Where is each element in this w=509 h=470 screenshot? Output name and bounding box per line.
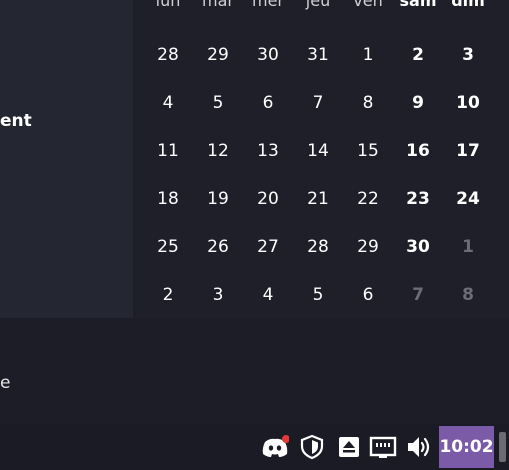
calendar-day[interactable]: 19 [198,188,238,210]
weekday-fri: ven [353,0,383,10]
weekday-sun: dim [451,0,485,10]
calendar-day[interactable]: 8 [348,92,388,114]
calendar-day[interactable]: 9 [398,92,438,114]
calendar-day[interactable]: 7 [398,284,438,306]
calendar: lun mar mer jeu ven sam dim 28 29 30 31 1 2 3 4… [133,0,509,318]
calendar-day[interactable]: 2 [398,44,438,66]
taskbar: 10:02 [0,424,509,470]
calendar-day[interactable]: 6 [348,284,388,306]
calendar-day[interactable]: 23 [398,188,438,210]
calendar-day[interactable]: 18 [148,188,188,210]
volume-icon[interactable] [405,434,433,460]
weekday-wed: mer [251,0,284,10]
discord-icon[interactable] [261,434,289,460]
weekday-sat: sam [399,0,437,10]
panel-edge-handle[interactable] [499,432,506,462]
lower-text-partial: e [0,373,11,393]
panel-heading-partial: ent [0,111,32,131]
calendar-day[interactable]: 6 [248,92,288,114]
calendar-day[interactable]: 24 [448,188,488,210]
calendar-day[interactable]: 20 [248,188,288,210]
calendar-day[interactable]: 4 [248,284,288,306]
calendar-day[interactable]: 30 [248,44,288,66]
calendar-day[interactable]: 30 [398,236,438,258]
calendar-day[interactable]: 3 [448,44,488,66]
calendar-day[interactable]: 26 [198,236,238,258]
calendar-day[interactable]: 3 [198,284,238,306]
calendar-day[interactable]: 28 [298,236,338,258]
calendar-day[interactable]: 2 [148,284,188,306]
calendar-day[interactable]: 8 [448,284,488,306]
calendar-day[interactable]: 16 [398,140,438,162]
calendar-day[interactable]: 4 [148,92,188,114]
side-panel: ent [0,0,133,318]
calendar-day[interactable]: 13 [248,140,288,162]
calendar-day[interactable]: 10 [448,92,488,114]
calendar-day[interactable]: 28 [148,44,188,66]
calendar-day[interactable]: 11 [148,140,188,162]
calendar-day[interactable]: 25 [148,236,188,258]
lower-panel: e [0,318,509,424]
calendar-day[interactable]: 1 [348,44,388,66]
calendar-day[interactable]: 7 [298,92,338,114]
calendar-day[interactable]: 29 [348,236,388,258]
calendar-day[interactable]: 27 [248,236,288,258]
weekday-mon: lun [155,0,181,10]
calendar-day[interactable]: 5 [198,92,238,114]
calendar-day[interactable]: 5 [298,284,338,306]
weekday-thu: jeu [305,0,331,10]
clock[interactable]: 10:02 [439,426,494,468]
shield-icon[interactable] [298,434,326,460]
network-icon[interactable] [369,434,397,460]
calendar-day[interactable]: 15 [348,140,388,162]
calendar-day[interactable]: 22 [348,188,388,210]
calendar-day[interactable]: 17 [448,140,488,162]
calendar-day[interactable]: 21 [298,188,338,210]
calendar-day[interactable]: 29 [198,44,238,66]
weekday-tue: mar [202,0,234,10]
eject-icon[interactable] [335,434,363,460]
calendar-day[interactable]: 31 [298,44,338,66]
calendar-day[interactable]: 14 [298,140,338,162]
calendar-day[interactable]: 12 [198,140,238,162]
calendar-day[interactable]: 1 [448,236,488,258]
weekday-header: lun mar mer jeu ven sam dim [143,0,493,10]
